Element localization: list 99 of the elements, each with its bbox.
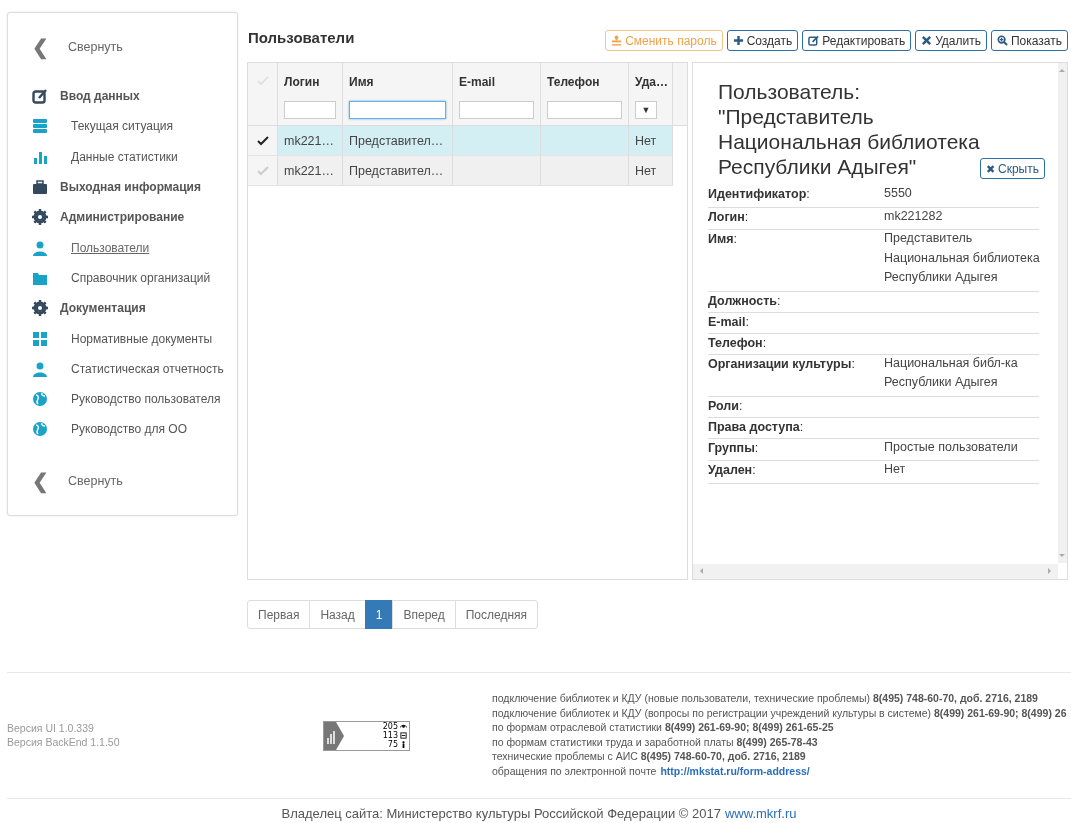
site-link[interactable]: www.mkrf.ru (725, 806, 797, 821)
table-cell-text: Представител… (349, 133, 445, 148)
column-header[interactable]: Имя (349, 75, 446, 89)
table-cell-text: Представител… (349, 163, 445, 178)
column-header[interactable]: Логин (284, 75, 336, 89)
version-text: Версия BackEnd 1.1.50 (7, 735, 121, 749)
field-label: Должность: (708, 293, 782, 309)
field-label: E-mail: (708, 314, 750, 330)
plus-icon (732, 35, 744, 46)
bar-chart-icon (324, 722, 344, 750)
filter-field[interactable] (284, 101, 336, 119)
toolbar-button[interactable]: Редактировать (802, 30, 912, 51)
server-icon (32, 118, 48, 135)
filter-field[interactable] (349, 101, 446, 119)
nav-link[interactable]: Пользователи (71, 240, 150, 255)
page-button[interactable]: Последняя (454, 600, 539, 629)
counter-value: 113 (382, 731, 398, 740)
hide-button[interactable]: ✖ Скрыть (979, 158, 1045, 179)
field-value: Нет (884, 461, 906, 478)
column-header[interactable]: Телефон (547, 75, 622, 89)
stamp-icon (611, 35, 623, 46)
filter-field[interactable] (547, 101, 622, 119)
nav-link[interactable]: Статистическая отчетность (71, 361, 224, 376)
user-icon (32, 360, 48, 377)
field-label: Удален: (708, 463, 757, 479)
edit-icon (32, 88, 48, 105)
contact-text: по формам статистики труда и заработной платы 8(499) 265-78-43 (492, 735, 818, 748)
scrollbar[interactable] (693, 564, 1058, 579)
field-value: mk221282 (884, 207, 943, 225)
check-icon (256, 164, 269, 177)
contact-text: подключение библиотек и КДУ (вопросы по регистрации учреждений культуры в системе) 8(499) 261-69-90; 8(499) 26 (492, 706, 1067, 719)
contact-text: обращения по электронной почте (492, 764, 657, 777)
gear-icon (32, 209, 48, 226)
nav-link[interactable]: Ввод данных (60, 89, 140, 104)
table-cell-text: Нет (635, 163, 658, 178)
close-icon (921, 35, 933, 46)
nav-link[interactable]: Руководство пользователя (71, 392, 221, 407)
globe-icon (32, 421, 48, 438)
nav-link[interactable]: Нормативные документы (71, 331, 213, 346)
field-label: Права доступа: (708, 419, 805, 435)
nav-link[interactable]: Администрирование (60, 210, 185, 225)
person-icon (400, 741, 407, 748)
user-icon (32, 239, 48, 256)
column-header[interactable]: E-mail (459, 75, 534, 89)
globe-icon (32, 391, 48, 408)
field-value: 5550 (884, 185, 912, 202)
details-title: Пользователь: "Представитель Национальная библиотека Республики Адыгея" (718, 79, 980, 179)
page-button[interactable]: Назад (309, 600, 366, 629)
field-value: Представитель Национальная библиотека Республики Адыгея (884, 230, 1040, 286)
check-icon (256, 134, 269, 147)
table-cell: mk221… (284, 163, 336, 178)
counter-value: 75 (387, 740, 398, 749)
briefcase-icon (32, 179, 48, 196)
contact-text: технические проблемы с АИС 8(495) 748-60-70, доб. 2716, 2189 (492, 750, 806, 762)
scrollbar[interactable] (1058, 63, 1067, 563)
visitor-counter[interactable]: 205 113 75 (323, 721, 410, 751)
nav-link[interactable]: Руководство для ОО (71, 422, 187, 437)
field-label: Имя: (708, 232, 738, 248)
page-title: Пользователи (248, 29, 355, 46)
edit-icon (808, 35, 820, 46)
page-button[interactable]: Вперед (392, 600, 456, 629)
field-label: Телефон: (708, 335, 768, 351)
copyright-text: Владелец сайта: Министерство культуры Российской Федерации © 2017 (281, 806, 721, 821)
toolbar-button[interactable]: Создать (726, 30, 799, 51)
counter-value: 205 (382, 722, 398, 731)
field-label: Идентификатор: (708, 187, 811, 203)
field-value: Национальная библ-ка Республики Адыгея (884, 354, 1018, 391)
nav-link[interactable]: Данные статистики (71, 149, 178, 164)
version-text: Версия UI 1.0.339 (7, 721, 95, 735)
field-label: Организации культуры: (708, 356, 856, 373)
field-label: Роли: (708, 398, 744, 414)
table-row[interactable]: mk221… Представител… Нет (248, 126, 673, 156)
grid-icon (32, 330, 48, 347)
eye-icon (400, 723, 407, 730)
field-value: Простые пользователи (884, 438, 1018, 456)
email-link[interactable]: http://mkstat.ru/form-address/ (660, 764, 810, 777)
nav-link[interactable]: Выходная информация (60, 180, 201, 195)
nav-link[interactable]: Справочник организаций (71, 270, 211, 285)
filter-dropdown[interactable]: ▼ (635, 101, 657, 119)
check-icon (256, 75, 269, 87)
table-row[interactable]: mk221… Представител… Нет (248, 156, 673, 186)
nav-link[interactable]: Документация (60, 301, 146, 316)
contact-text: по формам отраслевой статистики 8(499) 261-69-90; 8(499) 261-65-25 (492, 721, 834, 733)
table-cell-text: Нет (635, 133, 658, 148)
nav-link[interactable]: Текущая ситуация (71, 119, 174, 134)
table-cell: mk221… (284, 133, 336, 148)
filter-field[interactable] (459, 101, 534, 119)
column-header[interactable]: Уда… (635, 75, 666, 89)
field-label: Группы: (708, 440, 760, 457)
contact-text: подключение библиотек и КДУ (новые пользователи, технические проблемы) 8(495) 748-60-70, доб. 2716, 2189 (492, 692, 1038, 704)
collapse-link[interactable]: ❮ Свернуть (32, 468, 123, 493)
search-icon (997, 35, 1008, 46)
collapse-link[interactable]: ❮ Свернуть (32, 35, 123, 59)
gear-icon (32, 300, 48, 317)
login-icon (400, 732, 407, 739)
page-button[interactable]: Первая (247, 600, 311, 629)
toolbar-button[interactable]: Показать (991, 30, 1068, 51)
toolbar-button[interactable]: Удалить (915, 30, 987, 51)
field-label: Логин: (708, 209, 750, 226)
